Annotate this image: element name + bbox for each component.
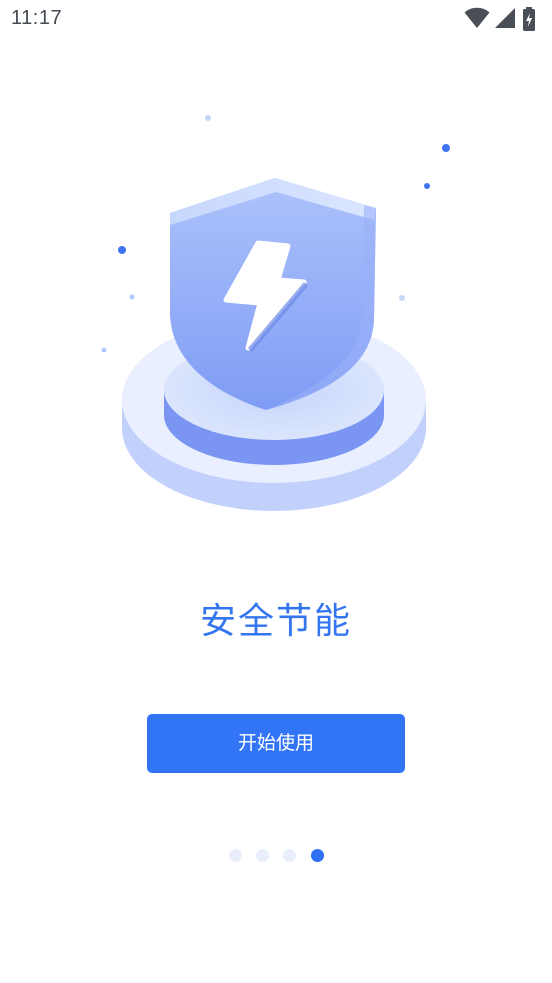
battery-charging-icon (523, 7, 535, 31)
page-dot-3[interactable] (283, 849, 296, 862)
page-dot-2[interactable] (256, 849, 269, 862)
page-indicator (226, 849, 336, 863)
status-icons (464, 7, 544, 31)
page-dot-1[interactable] (229, 849, 242, 862)
shield-lightning-illustration (101, 115, 450, 511)
status-bar: 11:17 (0, 0, 552, 40)
wifi-icon (464, 7, 490, 28)
status-time: 11:17 (11, 7, 63, 29)
onboarding-title: 安全节能 (199, 601, 352, 642)
page-dot-4-active[interactable] (311, 849, 324, 862)
signal-icon (495, 8, 515, 28)
onboarding-screen: 11:17 安全节能 开始使用 (0, 0, 552, 983)
start-button[interactable]: 开始使用 (147, 714, 405, 773)
